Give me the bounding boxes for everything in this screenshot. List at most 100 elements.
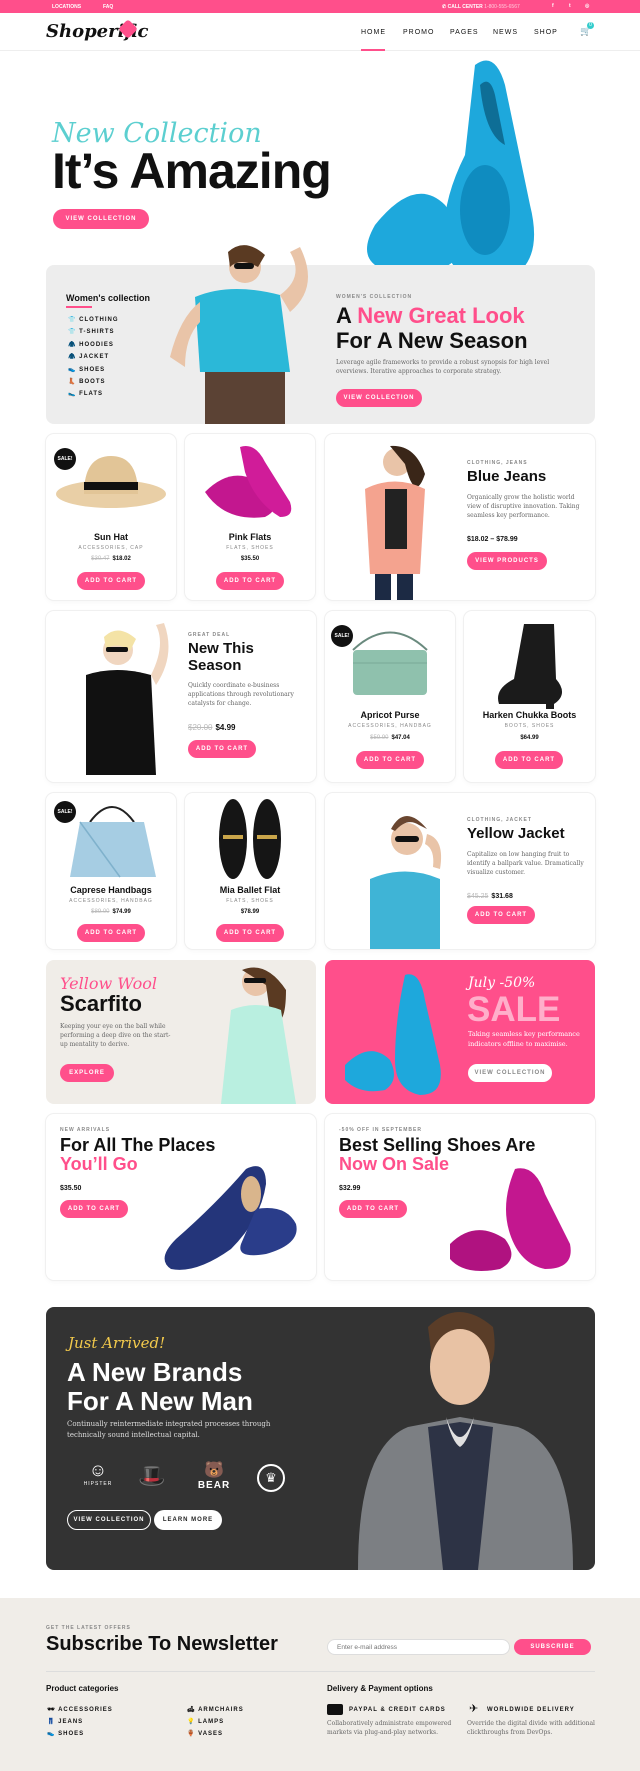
product-name[interactable]: Mia Ballet Flat: [185, 885, 315, 895]
footer-category-armchairs[interactable]: 🛋 ARMCHAIRS: [187, 1704, 244, 1716]
hero-view-collection-button[interactable]: VIEW COLLECTION: [53, 209, 149, 229]
add-to-cart-button[interactable]: ADD TO CART: [77, 572, 145, 590]
add-to-cart-button[interactable]: ADD TO CART: [339, 1200, 407, 1218]
category-item-shoes[interactable]: 👟 SHOES: [68, 364, 119, 376]
man-learn-more-button[interactable]: LEARN MORE: [154, 1510, 222, 1530]
cart-count-badge: 0: [587, 22, 594, 29]
man-view-collection-button[interactable]: VIEW COLLECTION: [67, 1510, 151, 1530]
view-products-button[interactable]: VIEW PRODUCTS: [467, 552, 547, 570]
product-category: FLATS, SHOES: [226, 545, 274, 551]
shirt-icon: 👕: [68, 317, 77, 323]
sale-view-collection-button[interactable]: VIEW COLLECTION: [468, 1064, 552, 1082]
category-item-boots[interactable]: 👢 BOOTS: [68, 376, 119, 388]
jacket-title[interactable]: Yellow Jacket: [467, 825, 565, 842]
subscribe-button[interactable]: SUBSCRIBE: [514, 1639, 591, 1655]
product-categories-title: Product categories: [46, 1684, 119, 1693]
add-to-cart-button[interactable]: ADD TO CART: [188, 740, 256, 758]
add-to-cart-button[interactable]: ADD TO CART: [77, 924, 145, 942]
add-to-cart-button[interactable]: ADD TO CART: [495, 751, 563, 769]
instagram-icon[interactable]: ◎: [585, 3, 589, 9]
woman-black-dress-image: [86, 623, 169, 775]
season-text: Quickly coordinate e-business applicatio…: [188, 682, 294, 707]
shoe-icon: 👟: [68, 366, 77, 373]
product-name[interactable]: Apricot Purse: [325, 710, 455, 720]
sale-blue-shoes-image: [345, 974, 441, 1095]
man-title[interactable]: A New Brands For A New Man: [67, 1358, 253, 1416]
hero-title: It’s Amazing: [52, 143, 332, 199]
category-item-hoodies[interactable]: 🧥 HOODIES: [68, 339, 119, 351]
product-name[interactable]: Harken Chukka Boots: [464, 710, 595, 720]
nav-shop[interactable]: SHOP: [534, 29, 558, 36]
product-price: $59.90 $47.04: [370, 735, 410, 741]
jeans-title[interactable]: Blue Jeans: [467, 468, 546, 485]
product-name[interactable]: Sun Hat: [46, 532, 176, 542]
nav-pages[interactable]: PAGES: [450, 29, 479, 36]
womens-collection-heading: Women's collection: [66, 293, 150, 303]
best-tag: -50% OFF IN SEPTEMBER: [339, 1127, 422, 1133]
add-to-cart-button[interactable]: ADD TO CART: [356, 751, 424, 769]
woman-pink-coat-image: [365, 445, 425, 600]
product-category: ACCESSORIES, HANDBAG: [348, 723, 432, 729]
product-name[interactable]: Pink Flats: [185, 532, 315, 542]
category-item-flats[interactable]: 🥿 FLATS: [68, 388, 119, 400]
faq-link[interactable]: FAQ: [103, 4, 113, 10]
jacket-price: $45.25 $31.68: [467, 893, 513, 900]
product-card-mia-ballet-flat[interactable]: Mia Ballet Flat FLATS, SHOES $78.99 ADD …: [185, 793, 315, 949]
jacket-icon: 🧥: [68, 354, 77, 361]
category-item-clothing[interactable]: 👕 CLOTHING: [68, 314, 119, 326]
new-man-banner: Just Arrived! A New Brands For A New Man …: [46, 1307, 595, 1570]
season-title[interactable]: New This Season: [188, 640, 254, 674]
navy-flats-image: [164, 1166, 297, 1270]
black-boot-image: [498, 624, 563, 709]
magenta-flats-image: [450, 1168, 571, 1272]
sale-text: Taking seamless key performance indicato…: [468, 1030, 580, 1048]
womens-view-collection-button[interactable]: VIEW COLLECTION: [336, 389, 422, 407]
product-card-apricot-purse[interactable]: SALE! Apricot Purse ACCESSORIES, HANDBAG…: [325, 611, 455, 782]
sun-hat-image: [56, 456, 166, 508]
product-card-caprese-handbags[interactable]: SALE! Caprese Handbags ACCESSORIES, HAND…: [46, 793, 176, 949]
footer-category-vases[interactable]: 🏺 VASES: [187, 1728, 244, 1740]
pink-flats-image: [205, 446, 292, 518]
sale-banner: July -50% SALE Taking seamless key perfo…: [325, 960, 595, 1104]
nav-news[interactable]: NEWS: [493, 29, 518, 36]
hoodie-icon: 🧥: [68, 341, 77, 348]
add-to-cart-button[interactable]: ADD TO CART: [60, 1200, 128, 1218]
product-price: $30.47 $18.02: [91, 556, 131, 562]
sale-title[interactable]: SALE: [467, 990, 560, 1030]
category-item-jacket[interactable]: 🧥 JACKET: [68, 351, 119, 363]
nav-home[interactable]: HOME: [361, 29, 386, 36]
product-card-sun-hat[interactable]: SALE! Sun Hat ACCESSORIES, CAP $30.47 $18…: [46, 434, 176, 600]
hat-mustache-logo-icon: 🎩: [138, 1463, 166, 1488]
jeans-price-range: $18.02 – $78.99: [467, 536, 518, 543]
crown-badge-icon: ♛: [257, 1464, 285, 1492]
season-tag: GREAT DEAL: [188, 632, 231, 638]
product-price: $78.99: [240, 909, 260, 915]
nav-promo[interactable]: PROMO: [403, 29, 434, 36]
add-to-cart-button[interactable]: ADD TO CART: [216, 924, 284, 942]
explore-button[interactable]: EXPLORE: [60, 1064, 114, 1082]
womens-banner-title: A New Great Look For A New Season: [336, 303, 528, 353]
footer-category-shoes[interactable]: 👟 SHOES: [47, 1728, 113, 1740]
jeans-icon: 👖: [47, 1719, 59, 1725]
newsletter-email-input[interactable]: [327, 1639, 510, 1655]
feature-card-yellow-jacket: CLOTHING, JACKET Yellow Jacket Capitaliz…: [325, 793, 595, 949]
add-to-cart-button[interactable]: ADD TO CART: [216, 572, 284, 590]
locations-link[interactable]: LOCATIONS: [52, 4, 81, 10]
product-card-chukka-boots[interactable]: Harken Chukka Boots BOOTS, SHOES $64.99 …: [464, 611, 595, 782]
footer-category-jeans[interactable]: 👖 JEANS: [47, 1716, 113, 1728]
footer-category-lamps[interactable]: 💡 LAMPS: [187, 1716, 244, 1728]
product-price: $89.00 $74.99: [91, 909, 131, 915]
add-to-cart-button[interactable]: ADD TO CART: [467, 906, 535, 924]
footer-category-accessories[interactable]: 🕶 ACCESSORIES: [47, 1704, 113, 1716]
footer-categories-col2: 🛋 ARMCHAIRS 💡 LAMPS 🏺 VASES: [187, 1704, 244, 1740]
twitter-icon[interactable]: t: [569, 3, 571, 9]
product-name[interactable]: Caprese Handbags: [46, 885, 176, 895]
delivery-title: Delivery & Payment options: [327, 1684, 433, 1693]
category-item-tshirts[interactable]: 👕 T-SHIRTS: [68, 326, 119, 338]
newsletter-title: Subscribe To Newsletter: [46, 1633, 278, 1655]
scarf-title[interactable]: Scarfito: [60, 991, 142, 1017]
header: Shoperific HOME PROMO PAGES NEWS SHOP 🛒 …: [0, 13, 640, 51]
facebook-icon[interactable]: f: [552, 3, 554, 9]
product-card-pink-flats[interactable]: Pink Flats FLATS, SHOES $35.50 ADD TO CA…: [185, 434, 315, 600]
season-price: $20.00 $4.99: [188, 723, 236, 732]
